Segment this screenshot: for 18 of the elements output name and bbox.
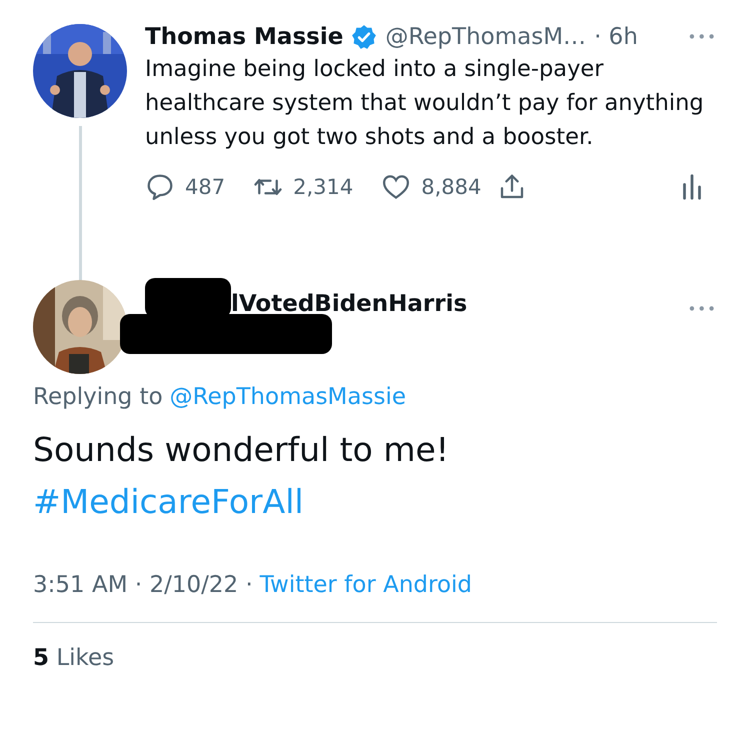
reply-count: 487 xyxy=(185,175,226,199)
mention-link[interactable]: @RepThomasMassie xyxy=(170,384,406,410)
source-link[interactable]: Twitter for Android xyxy=(260,572,472,598)
tweet-text: Imagine being locked into a single-payer healthcare system that wouldn’t pay for anything unless you got two shots and a booster. xyxy=(145,55,705,152)
author-handle[interactable]: @RepThomasM… xyxy=(385,24,586,50)
likes-count[interactable]: 5 Likes xyxy=(33,645,717,671)
tweet-time: · 6h xyxy=(594,24,638,50)
more-button[interactable]: ••• xyxy=(687,300,717,318)
retweet-count: 2,314 xyxy=(293,175,354,199)
timestamp: 3:51 AM · 2/10/22 · xyxy=(33,572,253,598)
more-button[interactable]: ••• xyxy=(687,28,717,46)
author-name[interactable]: Thomas Massie xyxy=(145,24,344,50)
like-count: 8,884 xyxy=(421,175,482,199)
author-name[interactable]: lVotedBidenHarris xyxy=(231,291,468,317)
reply-text: Sounds wonderful to me! xyxy=(33,429,450,471)
speech-bubble-icon[interactable] xyxy=(145,172,175,202)
hashtag-link[interactable]: #MedicareForAll xyxy=(33,476,717,528)
replying-label: Replying to xyxy=(33,384,163,410)
